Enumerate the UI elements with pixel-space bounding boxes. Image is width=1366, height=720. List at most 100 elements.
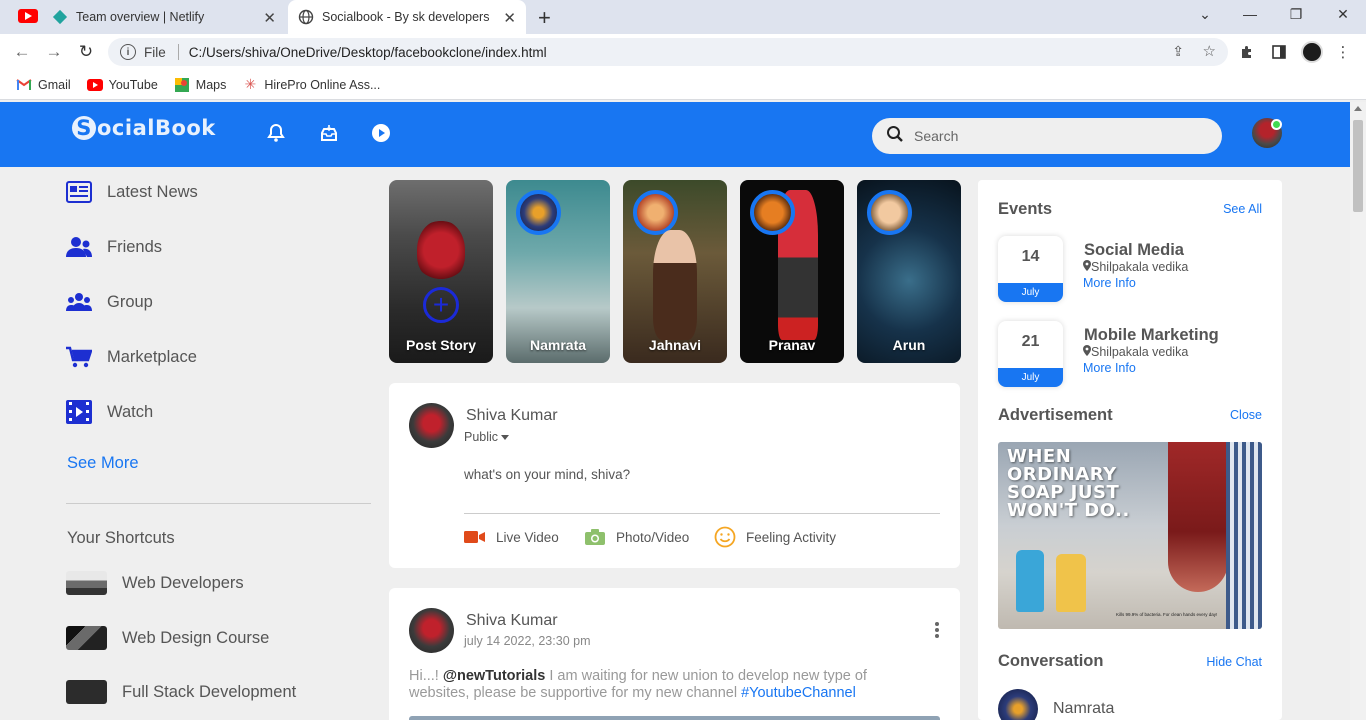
story-name: Pranav: [768, 337, 816, 353]
story-namrata[interactable]: Namrata: [506, 180, 610, 363]
kebab-menu-icon[interactable]: ⋮: [1334, 43, 1352, 61]
see-more-link[interactable]: See More: [67, 454, 139, 473]
story-arun[interactable]: Arun: [857, 180, 961, 363]
url-field[interactable]: i File C:/Users/shiva/OneDrive/Desktop/f…: [108, 38, 1228, 66]
new-tab-button[interactable]: +: [538, 5, 551, 31]
bookmark-label: HirePro Online Ass...: [264, 77, 381, 92]
puzzle-icon[interactable]: [1238, 43, 1256, 61]
story-name: Jahnavi: [648, 337, 702, 353]
close-icon[interactable]: ✕: [263, 9, 276, 27]
share-icon[interactable]: ⇪: [1172, 43, 1184, 60]
ad-small-print: Kills 99.9% of bacteria. For clean hands…: [1116, 612, 1218, 617]
story-avatar: [867, 190, 912, 235]
doll-image: [653, 230, 697, 340]
close-ad-link[interactable]: Close: [1230, 408, 1262, 422]
scroll-up-arrow-icon[interactable]: [1354, 106, 1362, 111]
shortcut-full-stack[interactable]: Full Stack Development: [66, 680, 296, 704]
see-all-link[interactable]: See All: [1223, 202, 1262, 216]
close-window-button[interactable]: ✕: [1333, 6, 1353, 23]
youtube-tab-favicon[interactable]: [18, 9, 38, 23]
search-box[interactable]: [872, 118, 1222, 154]
ad-striped-sleeve: [1226, 442, 1262, 629]
story-avatar: [516, 190, 561, 235]
group-icon: [66, 290, 92, 314]
hide-chat-link[interactable]: Hide Chat: [1206, 655, 1262, 669]
minimize-button[interactable]: —: [1240, 6, 1260, 22]
photo-icon: [584, 528, 606, 546]
photo-video-button[interactable]: Photo/Video: [584, 528, 689, 546]
mention-link[interactable]: @newTutorials: [443, 668, 546, 684]
more-info-link[interactable]: More Info: [1083, 276, 1136, 290]
rose-image: [417, 220, 465, 280]
shortcut-web-design-course[interactable]: Web Design Course: [66, 626, 269, 650]
post-image[interactable]: [409, 716, 940, 720]
more-info-link[interactable]: More Info: [1083, 361, 1136, 375]
bookmark-hirepro[interactable]: ✳ HirePro Online Ass...: [242, 76, 381, 92]
scrollbar-thumb[interactable]: [1353, 120, 1363, 212]
smiley-icon: [714, 526, 736, 548]
info-icon[interactable]: i: [120, 44, 136, 60]
tab-netlify[interactable]: Team overview | Netlify ✕: [52, 0, 286, 34]
hashtag-link[interactable]: #YoutubeChannel: [741, 685, 856, 701]
shortcut-thumbnail: [66, 680, 107, 704]
event-date: 14 July: [998, 236, 1063, 302]
story-jahnavi[interactable]: Jahnavi: [623, 180, 727, 363]
action-label: Feeling Activity: [746, 529, 837, 545]
maps-icon: [174, 77, 190, 92]
reload-icon[interactable]: ↻: [76, 42, 96, 62]
tab-socialbook[interactable]: Socialbook - By sk developers ✕: [288, 0, 526, 34]
back-arrow-icon[interactable]: ←: [12, 42, 32, 62]
side-panel-icon[interactable]: [1270, 43, 1288, 61]
star-icon[interactable]: ☆: [1203, 42, 1216, 60]
bookmark-youtube[interactable]: YouTube: [86, 77, 158, 92]
restore-button[interactable]: ❐: [1286, 6, 1306, 23]
feeling-activity-button[interactable]: Feeling Activity: [714, 526, 837, 548]
page-scrollbar[interactable]: [1350, 102, 1366, 720]
logo-text: ocialBook: [97, 116, 216, 140]
privacy-dropdown[interactable]: Public: [464, 430, 510, 444]
more-options-icon[interactable]: [935, 622, 939, 640]
bookmarks-bar: Gmail YouTube Maps ✳ HirePro Online Ass.…: [0, 70, 1366, 100]
post-card: Shiva Kumar july 14 2022, 23:30 pm Hi...…: [389, 588, 960, 720]
event-day: 21: [1021, 333, 1040, 350]
story-name: Arun: [892, 337, 926, 353]
sidebar-item-marketplace[interactable]: Marketplace: [66, 345, 197, 369]
sidebar-item-friends[interactable]: Friends: [66, 235, 162, 259]
forward-arrow-icon[interactable]: →: [44, 42, 64, 62]
user-name: Shiva Kumar: [466, 407, 558, 424]
bell-icon[interactable]: [265, 122, 287, 144]
logo-letter: S: [72, 116, 96, 140]
card-divider: [464, 513, 940, 514]
post-input[interactable]: [464, 467, 934, 482]
shortcuts-title: Your Shortcuts: [67, 529, 175, 547]
story-post[interactable]: + Post Story: [389, 180, 493, 363]
live-video-button[interactable]: Live Video: [464, 528, 559, 546]
bookmark-maps[interactable]: Maps: [174, 77, 226, 92]
user-name: Shiva Kumar: [466, 612, 558, 629]
sidebar-item-group[interactable]: Group: [66, 290, 153, 314]
inbox-icon[interactable]: [318, 122, 340, 144]
chevron-down-icon[interactable]: ⌄: [1195, 6, 1215, 23]
add-story-icon[interactable]: +: [423, 287, 459, 323]
bookmark-gmail[interactable]: Gmail: [16, 78, 71, 92]
event-location: Shilpakala vedika: [1083, 260, 1188, 274]
event-location: Shilpakala vedika: [1083, 345, 1188, 359]
post-text-part: Hi...!: [409, 668, 443, 684]
youtube-icon: [86, 78, 103, 92]
search-input[interactable]: [914, 128, 1194, 144]
url-text[interactable]: C:/Users/shiva/OneDrive/Desktop/facebook…: [189, 45, 547, 60]
shortcut-label: Web Design Course: [122, 628, 270, 647]
close-icon[interactable]: ✕: [503, 9, 516, 27]
sidebar-item-latest-news[interactable]: Latest News: [66, 180, 198, 204]
sidebar-item-watch[interactable]: Watch: [66, 400, 153, 424]
advertisement-image[interactable]: WHEN ORDINARY SOAP JUST WON'T DO.. Kills…: [998, 442, 1262, 629]
file-label: File: [144, 44, 166, 60]
shortcut-label: Full Stack Development: [122, 682, 297, 701]
conversation-item[interactable]: Namrata: [998, 689, 1114, 720]
story-pranav[interactable]: Pranav: [740, 180, 844, 363]
profile-avatar[interactable]: [1301, 41, 1323, 63]
bookmark-label: YouTube: [108, 77, 158, 92]
socialbook-logo[interactable]: SocialBook: [72, 116, 216, 140]
play-icon[interactable]: [370, 122, 392, 144]
shortcut-web-developers[interactable]: Web Developers: [66, 571, 244, 595]
